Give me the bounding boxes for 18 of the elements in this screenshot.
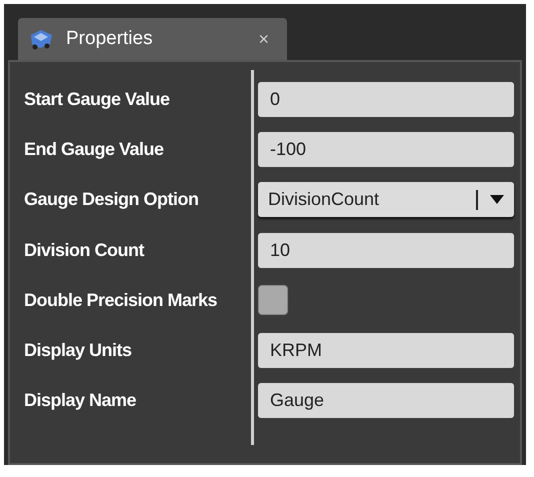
close-button[interactable]: ×	[258, 26, 269, 52]
value-field[interactable]: KRPM	[258, 333, 514, 368]
property-label: Division Count	[23, 238, 146, 262]
property-label: Display Name	[23, 389, 138, 412]
property-label: Double Precision Marks	[23, 288, 218, 312]
checkbox[interactable]	[258, 285, 288, 316]
dropdown[interactable]: DivisionCount	[258, 182, 514, 218]
property-label: Gauge Design Option	[23, 188, 200, 212]
property-label: Start Gauge Value	[23, 88, 171, 111]
value-field[interactable]: 10	[258, 232, 514, 268]
tab-title: Properties	[66, 26, 154, 51]
value-field[interactable]: -100	[258, 132, 514, 167]
value-field[interactable]: Gauge	[258, 383, 514, 418]
property-label: End Gauge Value	[23, 138, 165, 161]
value-field[interactable]: 0	[258, 82, 514, 117]
property-label: Display Units	[23, 339, 133, 362]
caret-icon	[490, 195, 504, 204]
properties-tab[interactable]: Properties ×	[18, 18, 287, 60]
